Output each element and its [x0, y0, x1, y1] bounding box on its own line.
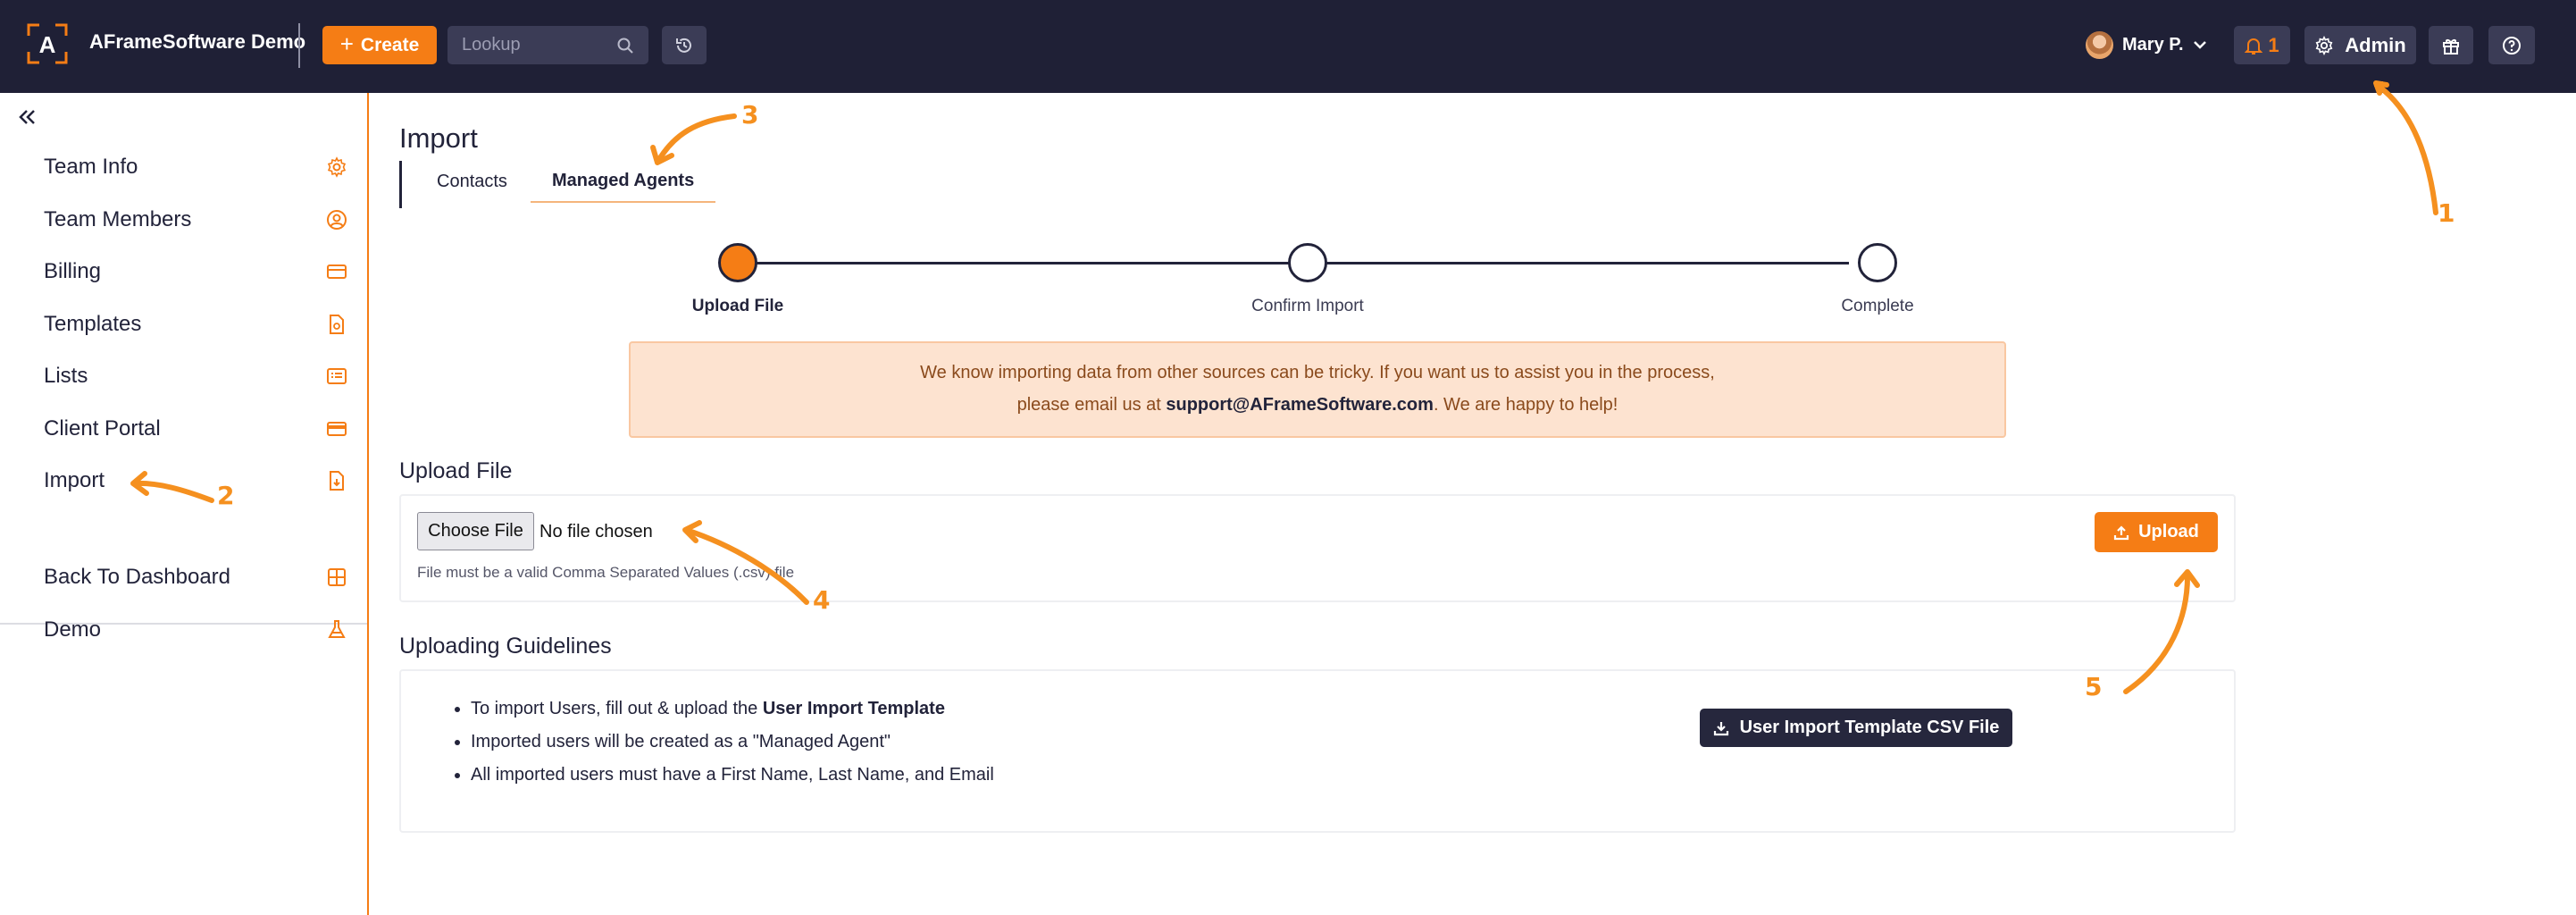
sidebar-item-label: Team Info	[44, 155, 138, 179]
create-button[interactable]: + Create	[322, 26, 437, 64]
dashboard-grid-icon	[328, 568, 346, 586]
sidebar-item-label: Back To Dashboard	[44, 565, 231, 589]
tab-contacts[interactable]: Contacts	[402, 161, 531, 203]
annotation-number-5: 5	[2085, 672, 2103, 701]
annotation-number-2: 2	[217, 481, 235, 510]
gift-icon	[2443, 38, 2459, 55]
download-icon	[1713, 721, 1728, 735]
list-icon	[327, 368, 347, 384]
guidelines-list: To import Users, fill out & upload the U…	[471, 693, 994, 792]
step-indicator	[1288, 243, 1327, 282]
list-item: To import Users, fill out & upload the U…	[471, 693, 994, 726]
gift-button[interactable]	[2429, 26, 2473, 64]
notification-count: 1	[2268, 33, 2279, 56]
sidebar-item-import[interactable]: Import	[44, 463, 347, 499]
annotation-number-1: 1	[2438, 198, 2455, 228]
upload-icon	[2114, 525, 2129, 540]
notice-line-1: We know importing data from other source…	[920, 363, 1715, 382]
collapse-sidebar-icon[interactable]	[16, 105, 39, 129]
user-circle-icon	[327, 210, 347, 230]
notice-line-2: please email us at support@AFrameSoftwar…	[631, 389, 2004, 421]
aframe-logo-icon[interactable]: A	[27, 23, 68, 64]
upload-file-panel: Choose File No file chosen File must be …	[399, 494, 2236, 602]
chevron-down-icon	[2193, 41, 2206, 49]
list-item: Imported users will be created as a "Man…	[471, 726, 994, 759]
history-icon	[676, 38, 691, 53]
upload-button[interactable]: Upload	[2095, 512, 2218, 552]
step-indicator	[1858, 243, 1897, 282]
step-complete: Complete	[1779, 241, 1976, 316]
upload-file-title: Upload File	[399, 458, 513, 483]
user-import-template-text: User Import Template	[762, 699, 945, 718]
sidebar-item-label: Demo	[44, 617, 102, 642]
svg-text:A: A	[39, 31, 56, 58]
top-navigation-bar: A AFrameSoftware Demo + Create Mary P.	[0, 0, 2576, 93]
credit-card-icon	[327, 264, 347, 279]
download-template-button[interactable]: User Import Template CSV File	[1700, 709, 2012, 747]
step-label: Upload File	[691, 297, 784, 315]
admin-label: Admin	[2345, 33, 2406, 56]
sidebar-item-label: Import	[44, 468, 105, 492]
support-email-link[interactable]: support@AFrameSoftware.com	[1166, 395, 1434, 415]
user-menu[interactable]: Mary P.	[2086, 30, 2207, 59]
choose-file-button[interactable]: Choose File	[417, 512, 534, 550]
sidebar-item-demo[interactable]: Demo	[44, 612, 347, 648]
template-button-label: User Import Template CSV File	[1739, 718, 2000, 737]
sidebar-item-lists[interactable]: Lists	[44, 358, 347, 394]
guideline-text: To import Users, fill out & upload the	[471, 699, 763, 718]
help-button[interactable]	[2488, 26, 2535, 64]
topbar-divider	[298, 23, 300, 68]
sidebar-item-client-portal[interactable]: Client Portal	[44, 411, 347, 447]
plus-icon: +	[339, 30, 354, 57]
create-label: Create	[360, 34, 420, 55]
sidebar-item-label: Billing	[44, 259, 102, 283]
sidebar-item-templates[interactable]: Templates	[44, 306, 347, 342]
annotation-number-3: 3	[741, 100, 759, 130]
search-icon[interactable]	[616, 37, 634, 55]
selected-file-text: No file chosen	[539, 522, 653, 541]
import-stepper: Upload File Confirm Import Complete	[661, 241, 1947, 322]
step-label: Confirm Import	[1251, 297, 1364, 315]
step-label: Complete	[1841, 297, 1914, 315]
user-name: Mary P.	[2122, 34, 2184, 55]
bell-icon	[2245, 38, 2263, 55]
lookup-input[interactable]	[447, 26, 608, 64]
card-icon	[327, 422, 347, 436]
upload-label: Upload	[2138, 522, 2199, 541]
list-item: All imported users must have a First Nam…	[471, 759, 994, 792]
document-icon	[330, 315, 344, 334]
sidebar-item-team-members[interactable]: Team Members	[44, 202, 347, 238]
uploading-guidelines-panel: To import Users, fill out & upload the U…	[399, 669, 2236, 833]
sidebar-item-label: Client Portal	[44, 416, 161, 441]
history-button[interactable]	[662, 26, 707, 64]
uploading-guidelines-title: Uploading Guidelines	[399, 634, 612, 659]
step-indicator-current	[718, 243, 757, 282]
sidebar-item-label: Templates	[44, 312, 142, 336]
annotation-number-4: 4	[813, 585, 831, 615]
admin-button[interactable]: Admin	[2304, 26, 2416, 64]
file-format-hint: File must be a valid Comma Separated Val…	[417, 564, 795, 581]
import-tabs: Contacts Managed Agents	[399, 161, 716, 208]
gear-icon	[327, 156, 347, 178]
page-title: Import	[399, 122, 478, 154]
file-import-icon	[330, 471, 344, 491]
step-confirm-import: Confirm Import	[1209, 241, 1406, 316]
sidebar-item-label: Team Members	[44, 207, 192, 231]
help-icon	[2503, 36, 2521, 55]
sidebar-item-back-to-dashboard[interactable]: Back To Dashboard	[44, 559, 347, 595]
help-notice: We know importing data from other source…	[629, 341, 2006, 438]
sidebar-item-team-info[interactable]: Team Info	[44, 149, 347, 185]
sidebar-item-billing[interactable]: Billing	[44, 254, 347, 290]
notifications-button[interactable]: 1	[2234, 26, 2290, 64]
lookup-search	[447, 26, 648, 64]
gear-icon	[2315, 35, 2333, 55]
flask-icon	[328, 620, 346, 638]
sidebar-item-label: Lists	[44, 364, 88, 388]
notice-prefix: please email us at	[1016, 395, 1167, 415]
notice-suffix: . We are happy to help!	[1433, 395, 1618, 415]
company-name: AFrameSoftware Demo	[89, 30, 306, 53]
tab-managed-agents[interactable]: Managed Agents	[530, 161, 716, 203]
step-upload-file: Upload File	[640, 241, 836, 316]
avatar	[2086, 30, 2113, 59]
